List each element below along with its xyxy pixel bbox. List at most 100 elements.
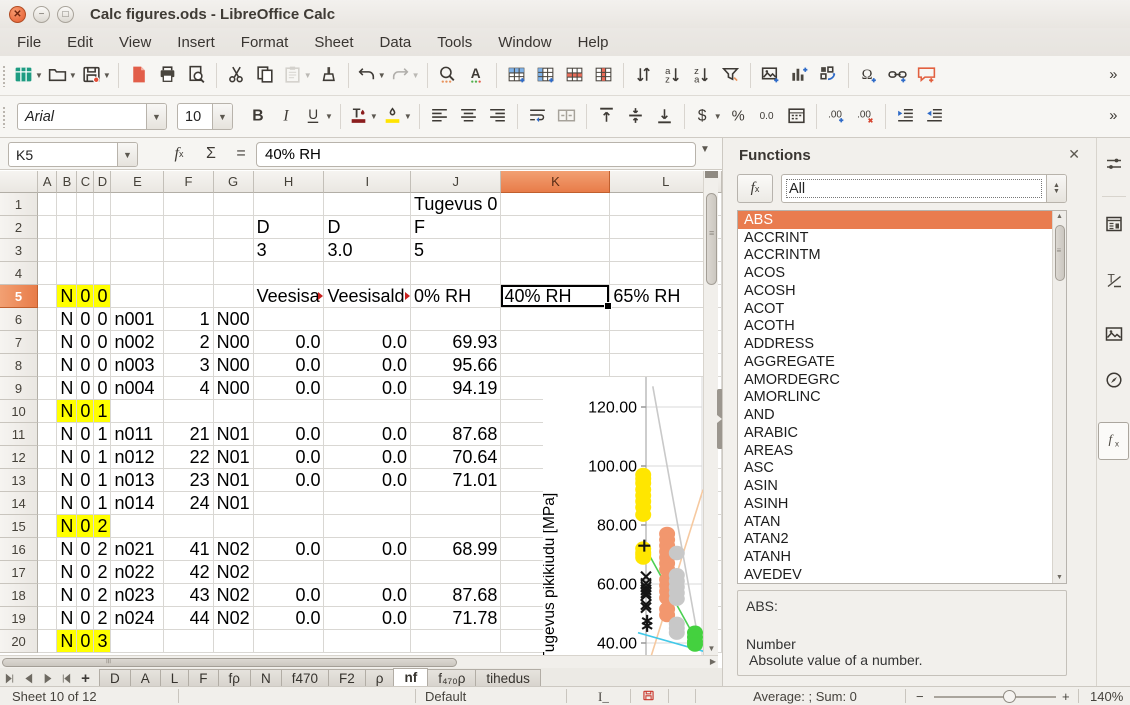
cell-E17[interactable]: n022 [111, 561, 164, 584]
wrap-text-button[interactable] [523, 101, 552, 133]
insert-column-before-button[interactable] [531, 60, 560, 92]
cell-J11[interactable]: 87.68 [411, 423, 501, 446]
function-item-acosh[interactable]: ACOSH [738, 282, 1066, 300]
function-item-atanh[interactable]: ATANH [738, 548, 1066, 566]
column-header-J[interactable]: J [411, 171, 501, 193]
cell-F11[interactable]: 21 [164, 423, 213, 446]
merge-cells-button[interactable] [552, 101, 581, 133]
cell-D19[interactable]: 2 [94, 607, 111, 630]
cell-C12[interactable]: 0 [77, 446, 94, 469]
function-wizard-button[interactable]: fx [166, 141, 192, 167]
cell-G7[interactable]: N00 [214, 331, 254, 354]
cell-K7[interactable] [501, 331, 610, 354]
cell-E4[interactable] [111, 262, 164, 285]
cell-H2[interactable]: D [254, 216, 325, 239]
chevron-down-icon[interactable]: ▼ [117, 143, 137, 166]
cell-H11[interactable]: 0.0 [254, 423, 325, 446]
function-item-asinh[interactable]: ASINH [738, 495, 1066, 513]
cell-E19[interactable]: n024 [111, 607, 164, 630]
cell-G2[interactable] [214, 216, 254, 239]
cell-G1[interactable] [214, 193, 254, 216]
cell-C7[interactable]: 0 [77, 331, 94, 354]
chevron-down-icon[interactable]: ▼ [378, 71, 386, 80]
cell-K8[interactable] [501, 354, 610, 377]
cell-J6[interactable] [411, 308, 501, 331]
add-decimal-button[interactable]: .00 [822, 101, 851, 133]
cell-D9[interactable]: 0 [94, 377, 111, 400]
cell-C19[interactable]: 0 [77, 607, 94, 630]
cell-J1[interactable]: Tugevus 0 [411, 193, 501, 216]
cell-H20[interactable] [254, 630, 325, 653]
cell-G12[interactable]: N01 [214, 446, 254, 469]
menu-help[interactable]: Help [565, 30, 622, 55]
tab-last-button[interactable] [57, 670, 76, 686]
chevron-down-icon[interactable]: ▼ [404, 112, 412, 121]
cell-B4[interactable] [57, 262, 77, 285]
menu-file[interactable]: File [4, 30, 54, 55]
cell-B5[interactable]: N [57, 285, 77, 308]
function-category-combo[interactable]: All ▲▼ [781, 174, 1067, 203]
page-style[interactable]: Default [425, 689, 466, 704]
cell-B2[interactable] [57, 216, 77, 239]
cell-H10[interactable] [254, 400, 325, 423]
column-header-H[interactable]: H [254, 171, 325, 193]
cell-I7[interactable]: 0.0 [324, 331, 411, 354]
cell-F16[interactable]: 41 [164, 538, 213, 561]
sheet-tab-N[interactable]: N [250, 669, 282, 686]
cell-J13[interactable]: 71.01 [411, 469, 501, 492]
copy-button[interactable] [251, 60, 280, 92]
cell-A7[interactable] [38, 331, 57, 354]
function-item-asc[interactable]: ASC [738, 460, 1066, 478]
insert-row-above-button[interactable] [502, 60, 531, 92]
cell-B6[interactable]: N [57, 308, 77, 331]
cell-A13[interactable] [38, 469, 57, 492]
function-item-atan2[interactable]: ATAN2 [738, 531, 1066, 549]
cell-B14[interactable]: N [57, 492, 77, 515]
function-item-atan[interactable]: ATAN [738, 513, 1066, 531]
sheet-tab-D[interactable]: D [99, 669, 131, 686]
percent-format-button[interactable]: % [724, 101, 753, 133]
row-header-8[interactable]: 8 [0, 354, 38, 377]
scroll-down-icon[interactable]: ▼ [704, 644, 719, 653]
cell-C2[interactable] [77, 216, 94, 239]
font-name-combo[interactable]: Arial ▼ [17, 103, 167, 130]
zoom-slider-track[interactable] [934, 696, 1056, 698]
vertical-scrollbar[interactable]: ▼ [703, 171, 718, 655]
align-top-button[interactable] [592, 101, 621, 133]
scroll-down-icon[interactable]: ▼ [1053, 574, 1066, 581]
cell-A2[interactable] [38, 216, 57, 239]
cell-J7[interactable]: 69.93 [411, 331, 501, 354]
function-item-areas[interactable]: AREAS [738, 442, 1066, 460]
cell-G20[interactable] [214, 630, 254, 653]
cell-I6[interactable] [324, 308, 411, 331]
cell-J8[interactable]: 95.66 [411, 354, 501, 377]
cut-button[interactable] [222, 60, 251, 92]
delete-column-button[interactable] [589, 60, 618, 92]
print-button[interactable] [153, 60, 182, 92]
styles-deck-button[interactable]: T [1100, 268, 1127, 295]
insert-chart-button[interactable] [785, 60, 814, 92]
cell-H14[interactable] [254, 492, 325, 515]
cell-I15[interactable] [324, 515, 411, 538]
chevron-down-icon[interactable]: ▼ [304, 71, 312, 80]
add-sheet-button[interactable]: + [76, 670, 95, 686]
cell-H15[interactable] [254, 515, 325, 538]
cell-H5[interactable]: Veesisa [254, 285, 325, 308]
cell-D13[interactable]: 1 [94, 469, 111, 492]
cell-H1[interactable] [254, 193, 325, 216]
print-preview-button[interactable] [182, 60, 211, 92]
cell-I10[interactable] [324, 400, 411, 423]
scroll-right-icon[interactable]: ▶ [710, 657, 716, 666]
redo-button[interactable]: ▼ [388, 60, 422, 92]
cell-F20[interactable] [164, 630, 213, 653]
cell-D18[interactable]: 2 [94, 584, 111, 607]
row-header-17[interactable]: 17 [0, 561, 38, 584]
cell-F3[interactable] [164, 239, 213, 262]
menu-sheet[interactable]: Sheet [301, 30, 366, 55]
sheet-tab-L[interactable]: L [160, 669, 190, 686]
cell-F2[interactable] [164, 216, 213, 239]
cell-D11[interactable]: 1 [94, 423, 111, 446]
cell-I12[interactable]: 0.0 [324, 446, 411, 469]
document-modified-icon[interactable] [642, 689, 655, 705]
cell-A14[interactable] [38, 492, 57, 515]
